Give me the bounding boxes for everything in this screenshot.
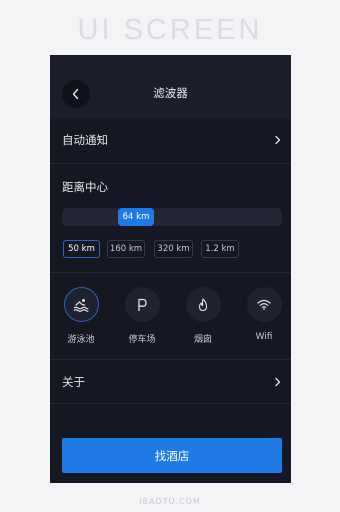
amenity-fireplace[interactable]: 烟囱 bbox=[178, 287, 228, 345]
divider bbox=[50, 359, 291, 360]
distance-option-1-2km[interactable]: 1.2 km bbox=[201, 240, 239, 258]
amenity-pool-label: 游泳池 bbox=[67, 335, 95, 345]
amenity-fireplace-label: 烟囱 bbox=[193, 335, 212, 345]
distance-slider-handle[interactable]: 64 km bbox=[118, 208, 154, 226]
divider bbox=[50, 403, 291, 404]
divider bbox=[50, 272, 291, 273]
filter-screen: 滤波器 自动通知 距离中心 64 km 50 km 160 km 320 km … bbox=[50, 55, 291, 483]
distance-option-160km[interactable]: 160 km bbox=[107, 240, 145, 258]
wifi-icon bbox=[257, 299, 271, 310]
distance-slider-track[interactable] bbox=[62, 208, 282, 226]
chevron-right-icon bbox=[275, 377, 281, 387]
amenity-wifi-label: Wifi bbox=[255, 332, 273, 342]
distance-option-320km[interactable]: 320 km bbox=[154, 240, 193, 258]
distance-option-50km[interactable]: 50 km bbox=[63, 240, 100, 258]
fire-icon bbox=[198, 297, 208, 311]
watermark: IBAOTU.COM bbox=[139, 497, 201, 506]
amenity-fireplace-button[interactable] bbox=[185, 287, 221, 322]
chevron-right-icon bbox=[275, 135, 281, 145]
amenity-parking-button[interactable] bbox=[124, 287, 160, 322]
header-bar: 滤波器 bbox=[50, 55, 291, 119]
about-label: 关于 bbox=[62, 375, 85, 389]
distance-label: 距离中心 bbox=[62, 180, 108, 194]
parking-icon bbox=[138, 298, 147, 311]
auto-notify-label: 自动通知 bbox=[62, 133, 108, 147]
auto-notify-row[interactable]: 自动通知 bbox=[62, 132, 282, 148]
about-row[interactable]: 关于 bbox=[62, 374, 282, 390]
amenity-wifi-button[interactable] bbox=[246, 287, 282, 322]
amenity-parking[interactable]: 停车场 bbox=[117, 287, 167, 345]
page-title: 滤波器 bbox=[153, 86, 188, 100]
divider bbox=[50, 163, 291, 164]
amenity-pool-button[interactable] bbox=[63, 287, 99, 322]
swimming-icon bbox=[73, 298, 89, 312]
find-hotel-button[interactable]: 找酒店 bbox=[62, 438, 282, 473]
amenity-pool[interactable]: 游泳池 bbox=[56, 287, 106, 345]
amenity-wifi[interactable]: Wifi bbox=[239, 287, 289, 342]
banner-title: UI SCREEN bbox=[77, 14, 263, 46]
amenity-parking-label: 停车场 bbox=[128, 335, 156, 345]
